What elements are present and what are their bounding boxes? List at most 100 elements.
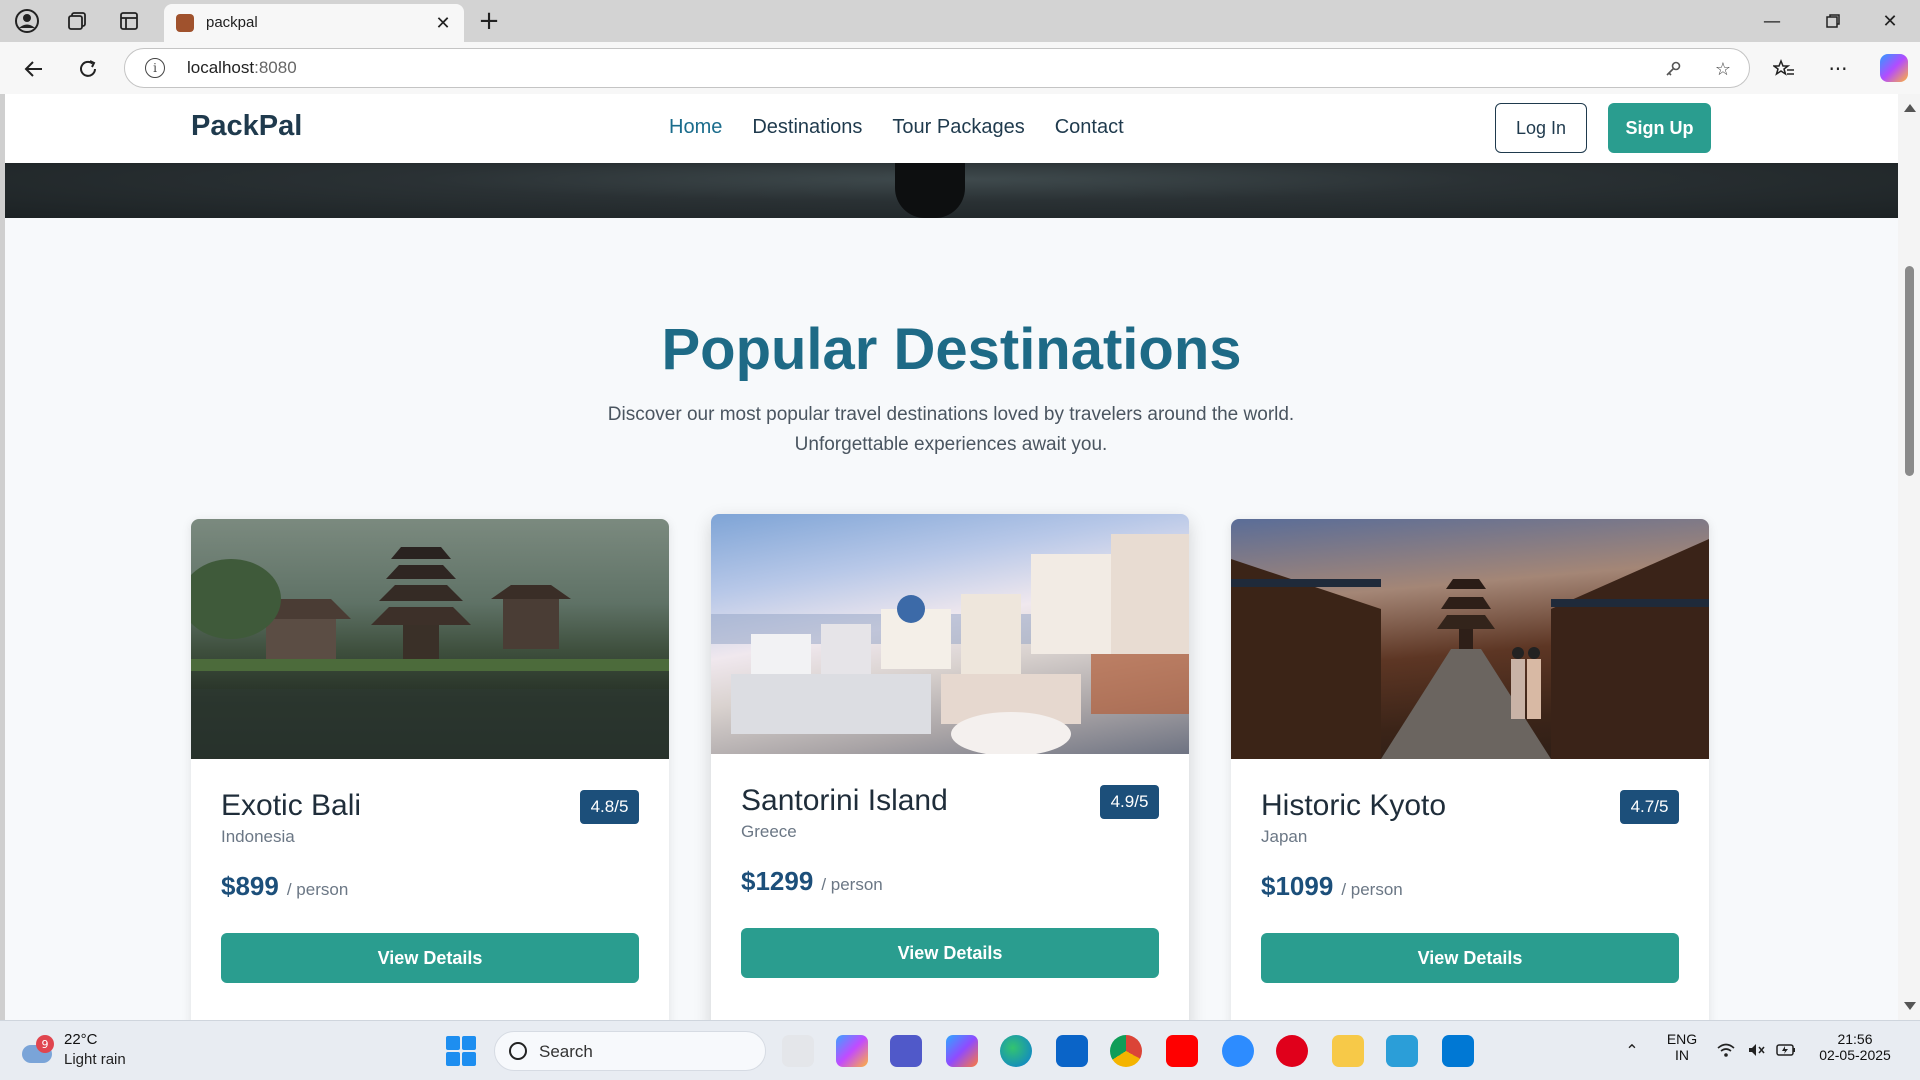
weather-icon[interactable]: 9 bbox=[22, 1035, 54, 1065]
close-window-icon[interactable]: ✕ bbox=[1870, 8, 1910, 34]
language-indicator[interactable]: ENG IN bbox=[1664, 1031, 1700, 1063]
minimize-icon[interactable]: — bbox=[1752, 8, 1792, 34]
nav-tour-packages[interactable]: Tour Packages bbox=[892, 116, 1024, 139]
site-favicon-icon bbox=[176, 14, 194, 32]
scroll-down-icon[interactable] bbox=[1904, 1002, 1916, 1010]
favorites-icon[interactable] bbox=[1768, 53, 1800, 85]
copilot-app-icon[interactable] bbox=[836, 1035, 868, 1067]
edge-icon[interactable] bbox=[1000, 1035, 1032, 1067]
url-host: localhost bbox=[187, 58, 255, 77]
browser-tab[interactable]: packpal ✕ bbox=[164, 4, 464, 42]
clock[interactable]: 21:56 02-05-2025 bbox=[1810, 1031, 1900, 1063]
close-tab-icon[interactable]: ✕ bbox=[432, 12, 454, 34]
chevron-up-icon[interactable]: ⌃ bbox=[1622, 1041, 1642, 1060]
view-details-button[interactable]: View Details bbox=[221, 933, 639, 983]
destination-card: Historic Kyoto Japan 4.7/5 $1099 / perso… bbox=[1231, 519, 1709, 1020]
more-menu-icon[interactable]: ··· bbox=[1822, 53, 1854, 85]
task-view-icon[interactable] bbox=[782, 1035, 814, 1067]
site-header: PackPal Home Destinations Tour Packages … bbox=[5, 94, 1898, 163]
scroll-thumb[interactable] bbox=[1905, 266, 1914, 476]
price: $1099 bbox=[1261, 871, 1334, 901]
weather-badge: 9 bbox=[36, 1035, 54, 1053]
destination-name: Santorini Island bbox=[741, 784, 948, 817]
windows-taskbar: 9 22°C Light rain Search ⌃ ENG IN 21:56 … bbox=[0, 1020, 1920, 1080]
destination-name: Historic Kyoto bbox=[1261, 789, 1447, 822]
teams-icon[interactable] bbox=[890, 1035, 922, 1067]
price: $899 bbox=[221, 871, 279, 901]
destination-image bbox=[1231, 519, 1709, 759]
browser-tab-bar: packpal ✕ + — ✕ bbox=[0, 0, 1920, 42]
search-icon bbox=[509, 1042, 527, 1060]
volume-muted-icon[interactable] bbox=[1746, 1041, 1766, 1059]
profile-icon[interactable] bbox=[12, 6, 42, 36]
region-code: IN bbox=[1675, 1047, 1689, 1063]
price-row: $1299 / person bbox=[741, 866, 883, 897]
collections-icon[interactable] bbox=[62, 6, 92, 36]
page-viewport: PackPal Home Destinations Tour Packages … bbox=[5, 94, 1898, 1020]
subtitle-line-2: Unforgettable experiences await you. bbox=[794, 434, 1108, 455]
address-toolbar: i localhost:8080 ☆ ··· bbox=[0, 42, 1920, 94]
battery-icon[interactable] bbox=[1776, 1041, 1796, 1059]
view-details-button[interactable]: View Details bbox=[1261, 933, 1679, 983]
new-tab-icon[interactable]: + bbox=[474, 6, 504, 36]
subtitle-line-1: Discover our most popular travel destina… bbox=[607, 404, 1295, 425]
nav-contact[interactable]: Contact bbox=[1055, 116, 1124, 139]
m365-icon[interactable] bbox=[946, 1035, 978, 1067]
destination-image bbox=[711, 514, 1189, 756]
weather-description[interactable]: Light rain bbox=[64, 1051, 126, 1068]
nav-destinations[interactable]: Destinations bbox=[752, 116, 862, 139]
signup-button[interactable]: Sign Up bbox=[1608, 103, 1711, 153]
windows-start-icon[interactable] bbox=[446, 1036, 476, 1066]
language-code: ENG bbox=[1666, 1031, 1698, 1047]
outlook-icon[interactable] bbox=[1056, 1035, 1088, 1067]
section-subtitle: Discover our most popular travel destina… bbox=[551, 400, 1351, 460]
url-text[interactable]: localhost:8080 bbox=[187, 58, 297, 78]
destination-card: Exotic Bali Indonesia 4.8/5 $899 / perso… bbox=[191, 519, 669, 1020]
nav-home[interactable]: Home bbox=[669, 116, 722, 139]
weather-temperature[interactable]: 22°C bbox=[64, 1031, 98, 1048]
zoom-icon[interactable] bbox=[1222, 1035, 1254, 1067]
main-nav: Home Destinations Tour Packages Contact bbox=[669, 116, 1124, 139]
restore-icon[interactable] bbox=[1813, 8, 1853, 34]
youtube-icon[interactable] bbox=[1166, 1035, 1198, 1067]
destination-country: Indonesia bbox=[221, 827, 295, 846]
file-explorer-icon[interactable] bbox=[1332, 1035, 1364, 1067]
site-info-icon[interactable]: i bbox=[145, 58, 165, 78]
rating-badge: 4.7/5 bbox=[1620, 790, 1679, 824]
tab-title: packpal bbox=[206, 14, 258, 31]
taskbar-search[interactable]: Search bbox=[494, 1031, 766, 1071]
favorite-star-icon[interactable]: ☆ bbox=[1711, 57, 1735, 81]
copilot-icon[interactable] bbox=[1880, 54, 1908, 82]
destination-country: Japan bbox=[1261, 827, 1308, 846]
clock-time: 21:56 bbox=[1837, 1031, 1873, 1047]
section-title: Popular Destinations bbox=[661, 317, 1242, 382]
brand-logo[interactable]: PackPal bbox=[191, 110, 302, 143]
vscode-icon[interactable] bbox=[1442, 1035, 1474, 1067]
rating-badge: 4.9/5 bbox=[1100, 785, 1159, 819]
taskbar-search-label: Search bbox=[539, 1042, 593, 1061]
price-row: $1099 / person bbox=[1261, 871, 1403, 902]
destination-image bbox=[191, 519, 669, 759]
key-icon[interactable] bbox=[1661, 57, 1685, 81]
destination-card: Santorini Island Greece 4.9/5 $1299 / pe… bbox=[711, 514, 1189, 1020]
destination-name: Exotic Bali bbox=[221, 789, 362, 822]
price-unit: / person bbox=[821, 875, 883, 894]
url-bar[interactable]: i localhost:8080 ☆ bbox=[124, 48, 1750, 88]
price-unit: / person bbox=[1341, 880, 1403, 899]
destination-country: Greece bbox=[741, 822, 797, 841]
opera-icon[interactable] bbox=[1276, 1035, 1308, 1067]
scroll-up-icon[interactable] bbox=[1904, 104, 1916, 112]
wifi-icon[interactable] bbox=[1716, 1041, 1736, 1059]
chrome-icon[interactable] bbox=[1110, 1035, 1142, 1067]
view-details-button[interactable]: View Details bbox=[741, 928, 1159, 978]
clock-date: 02-05-2025 bbox=[1819, 1047, 1891, 1063]
price: $1299 bbox=[741, 866, 814, 896]
notepad-icon[interactable] bbox=[1386, 1035, 1418, 1067]
back-arrow-icon[interactable] bbox=[18, 53, 50, 85]
rating-badge: 4.8/5 bbox=[580, 790, 639, 824]
login-button[interactable]: Log In bbox=[1495, 103, 1587, 153]
refresh-icon[interactable] bbox=[72, 53, 104, 85]
price-unit: / person bbox=[286, 880, 349, 899]
page-scrollbar[interactable] bbox=[1898, 94, 1920, 1020]
vertical-tabs-icon[interactable] bbox=[114, 6, 144, 36]
